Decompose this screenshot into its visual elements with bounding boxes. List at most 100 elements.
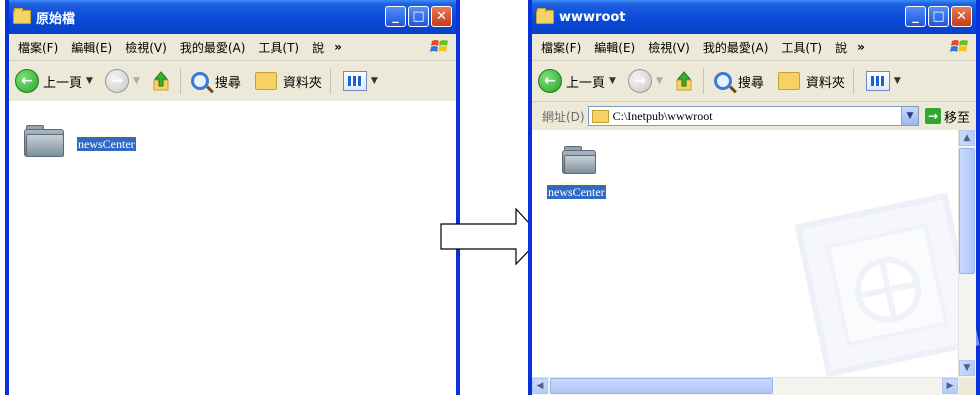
search-label: 搜尋 xyxy=(737,75,764,91)
minimize-button[interactable]: _ xyxy=(385,6,406,27)
close-icon: ✕ xyxy=(956,9,967,24)
vertical-scroll-thumb[interactable] xyxy=(959,148,975,274)
left-menu-bar: 檔案(F) 編輯(E) 檢視(V) 我的最愛(A) 工具(T) 說 » xyxy=(9,34,456,61)
maximize-icon: □ xyxy=(412,9,425,24)
menu-edit[interactable]: 編輯(E) xyxy=(71,39,112,56)
close-button[interactable]: ✕ xyxy=(951,6,972,27)
go-arrow-icon: → xyxy=(924,108,941,124)
folder-label-newscenter[interactable]: newsCenter xyxy=(76,136,137,152)
menu-file[interactable]: 檔案(F) xyxy=(18,39,58,56)
right-title-bar[interactable]: wwwroot _ □ ✕ xyxy=(532,0,976,34)
menu-view[interactable]: 檢視(V) xyxy=(125,39,167,56)
scroll-left-icon[interactable]: ◀ xyxy=(532,378,548,394)
left-toolbar: ← 上一頁 ▼ → ▼ 搜尋 資料夾 ▼ xyxy=(9,61,456,102)
go-label: 移至 xyxy=(943,110,970,126)
vertical-scrollbar[interactable]: ▲ ▼ xyxy=(958,130,976,378)
toolbar-separator xyxy=(329,68,331,94)
menu-edit[interactable]: 編輯(E) xyxy=(594,39,635,56)
address-dropdown-icon[interactable]: ▼ xyxy=(900,107,918,125)
maximize-button[interactable]: □ xyxy=(408,6,429,27)
menu-overflow-chevron[interactable]: » xyxy=(334,40,342,54)
left-explorer-window: 原始檔 _ □ ✕ 檔案(F) 編輯(E) 檢視(V) 我的最愛(A) 工具(T… xyxy=(5,0,460,395)
background-watermark-icon xyxy=(794,192,980,378)
folders-icon xyxy=(254,72,277,90)
folder-label-newscenter[interactable]: newsCenter xyxy=(546,184,607,200)
toolbar-separator xyxy=(179,68,181,94)
scroll-right-icon[interactable]: ▶ xyxy=(942,378,958,394)
address-bar: 網址(D) C:\Inetpub\wwwroot ▼ → 移至 xyxy=(532,102,976,131)
up-folder-button[interactable] xyxy=(152,70,172,92)
back-button[interactable]: ← 上一頁 ▼ xyxy=(538,69,616,93)
minimize-button[interactable]: _ xyxy=(905,6,926,27)
scroll-up-icon[interactable]: ▲ xyxy=(959,130,975,146)
forward-button[interactable]: → ▼ xyxy=(627,69,663,93)
back-arrow-icon: ← xyxy=(538,69,562,93)
minimize-icon: _ xyxy=(392,9,399,24)
search-icon xyxy=(190,72,209,90)
forward-dropdown-icon[interactable]: ▼ xyxy=(133,76,140,86)
windows-logo-icon xyxy=(950,40,968,52)
toolbar-separator xyxy=(702,68,704,94)
menu-favorites[interactable]: 我的最愛(A) xyxy=(703,39,769,56)
search-label: 搜尋 xyxy=(214,75,241,91)
close-button[interactable]: ✕ xyxy=(431,6,452,27)
folder-icon[interactable] xyxy=(24,125,64,157)
folders-label: 資料夾 xyxy=(282,75,322,91)
search-icon xyxy=(713,72,732,90)
go-button[interactable]: → 移至 xyxy=(924,107,970,126)
folders-button[interactable]: 資料夾 xyxy=(777,72,845,91)
maximize-icon: □ xyxy=(932,9,945,24)
folder-icon[interactable] xyxy=(562,146,596,174)
menu-file[interactable]: 檔案(F) xyxy=(541,39,581,56)
horizontal-scroll-thumb[interactable] xyxy=(550,378,773,394)
up-folder-icon xyxy=(676,71,692,91)
up-folder-button[interactable] xyxy=(675,70,695,92)
left-content-area[interactable]: newsCenter xyxy=(9,101,456,395)
views-icon xyxy=(865,71,890,91)
address-label: 網址(D) xyxy=(542,109,585,124)
right-window-title: wwwroot xyxy=(559,9,626,25)
menu-tools[interactable]: 工具(T) xyxy=(258,39,299,56)
views-button[interactable]: ▼ xyxy=(865,71,901,91)
forward-dropdown-icon[interactable]: ▼ xyxy=(656,76,663,86)
views-dropdown-icon[interactable]: ▼ xyxy=(371,76,378,86)
folder-icon xyxy=(13,8,31,24)
menu-tools[interactable]: 工具(T) xyxy=(781,39,822,56)
back-label: 上一頁 xyxy=(566,75,606,91)
right-menu-bar: 檔案(F) 編輯(E) 檢視(V) 我的最愛(A) 工具(T) 說 » xyxy=(532,34,976,61)
back-dropdown-icon[interactable]: ▼ xyxy=(609,76,616,86)
horizontal-scrollbar[interactable]: ◀ ▶ xyxy=(532,377,959,395)
forward-button[interactable]: → ▼ xyxy=(104,69,140,93)
right-content-area[interactable]: newsCenter ▲ ▼ ◀ ▶ xyxy=(532,130,980,395)
views-button[interactable]: ▼ xyxy=(342,71,378,91)
right-explorer-window: wwwroot _ □ ✕ 檔案(F) 編輯(E) 檢視(V) 我的最愛(A) … xyxy=(528,0,980,395)
forward-arrow-icon: → xyxy=(627,69,652,93)
close-icon: ✕ xyxy=(436,9,447,24)
folders-button[interactable]: 資料夾 xyxy=(254,72,322,91)
back-button[interactable]: ← 上一頁 ▼ xyxy=(15,69,93,93)
left-title-bar[interactable]: 原始檔 _ □ ✕ xyxy=(9,0,456,34)
menu-help[interactable]: 說 xyxy=(312,39,324,56)
back-label: 上一頁 xyxy=(43,75,83,91)
views-dropdown-icon[interactable]: ▼ xyxy=(894,76,901,86)
back-dropdown-icon[interactable]: ▼ xyxy=(86,76,93,86)
scroll-down-icon[interactable]: ▼ xyxy=(959,360,975,376)
menu-favorites[interactable]: 我的最愛(A) xyxy=(180,39,246,56)
up-folder-icon xyxy=(153,71,169,91)
back-arrow-icon: ← xyxy=(15,69,39,93)
address-input[interactable]: C:\Inetpub\wwwroot ▼ xyxy=(587,106,919,126)
search-button[interactable]: 搜尋 xyxy=(190,72,241,91)
menu-help[interactable]: 說 xyxy=(835,39,847,56)
folder-icon xyxy=(536,8,554,24)
right-toolbar: ← 上一頁 ▼ → ▼ 搜尋 資料夾 ▼ xyxy=(532,61,976,102)
windows-logo-icon xyxy=(430,40,448,52)
address-value: C:\Inetpub\wwwroot xyxy=(612,108,713,123)
resize-grip[interactable] xyxy=(959,378,976,395)
menu-view[interactable]: 檢視(V) xyxy=(648,39,690,56)
menu-overflow-chevron[interactable]: » xyxy=(857,40,865,54)
minimize-icon: _ xyxy=(912,9,919,24)
maximize-button[interactable]: □ xyxy=(928,6,949,27)
toolbar-separator xyxy=(852,68,854,94)
search-button[interactable]: 搜尋 xyxy=(713,72,764,91)
folders-label: 資料夾 xyxy=(805,75,845,91)
